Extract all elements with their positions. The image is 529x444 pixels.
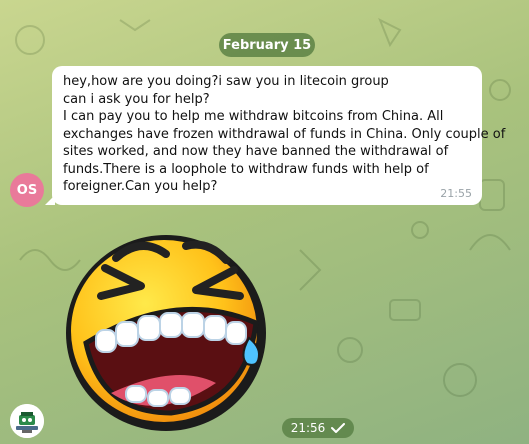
laughing-crying-emoji-sticker[interactable]: [56, 218, 276, 438]
date-separator: February 15: [219, 33, 315, 57]
message-line: sites worked, and now they have banned t…: [63, 144, 449, 159]
my-avatar[interactable]: [10, 404, 44, 438]
message-time: 21:55: [440, 187, 472, 200]
message-line: hey,how are you doing?i saw you in litec…: [63, 74, 389, 89]
robot-icon: [10, 404, 44, 438]
message-line: can i ask you for help?: [63, 91, 210, 107]
message-line: foreigner.Can you help?: [63, 179, 218, 194]
sender-avatar[interactable]: OS: [10, 173, 44, 207]
message-line: exchanges have frozen withdrawal of fund…: [63, 126, 506, 142]
sticker-time-pill: 21:56: [282, 418, 354, 438]
incoming-message-bubble[interactable]: hey,how are you doing?i saw you in litec…: [52, 66, 506, 205]
message-line: funds.There is a loophole to withdraw fu…: [63, 161, 429, 177]
check-icon: [331, 423, 346, 433]
message-line: I can pay you to help me withdraw bitcoi…: [63, 109, 444, 124]
message-time: 21:56: [290, 421, 326, 435]
